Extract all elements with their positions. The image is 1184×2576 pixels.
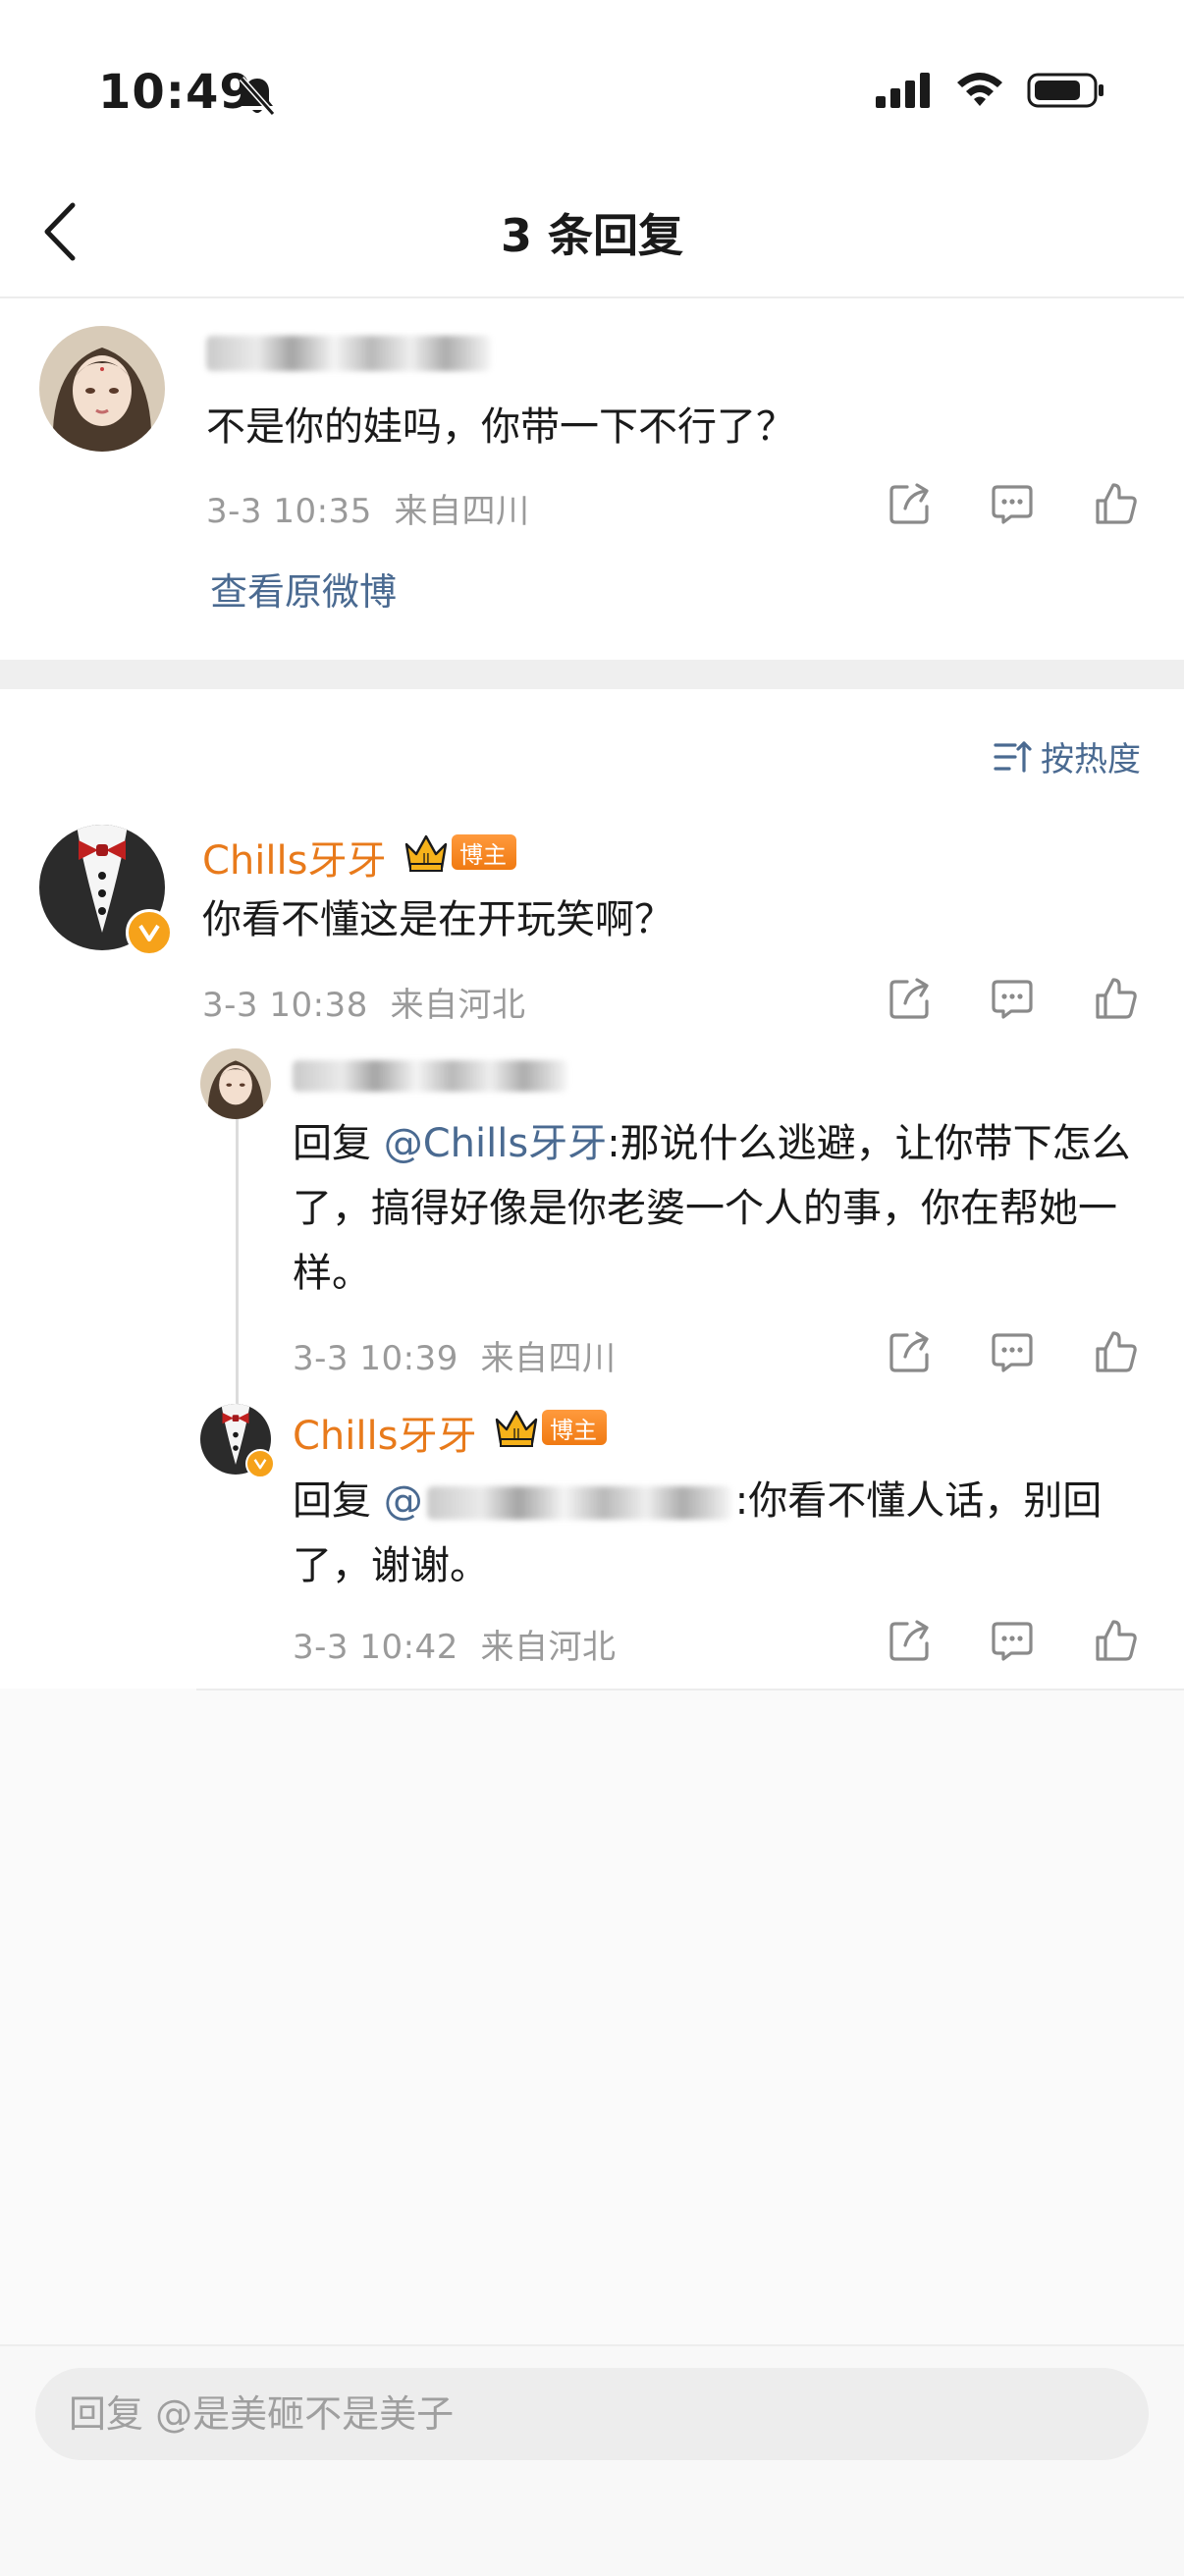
like-icon[interactable] — [1094, 1618, 1139, 1663]
battery-icon — [1027, 71, 1105, 114]
comment-icon[interactable] — [990, 1618, 1035, 1663]
root-comment-time: 3-3 10:35 — [206, 492, 372, 531]
thread-divider — [196, 1689, 1184, 1690]
thread-connector — [236, 1115, 239, 1410]
badge-label: 博主 — [542, 1410, 607, 1445]
root-comment-meta: 3-3 10:35 来自四川 — [206, 484, 529, 532]
blogger-badge: II 博主 — [403, 831, 516, 874]
blogger-badge: II 博主 — [493, 1406, 607, 1449]
share-icon[interactable] — [888, 1618, 933, 1663]
sub-reply-text-block: 回复 @Chills牙牙:那说什么逃避，让你带下怎么了，搞得好像是你老婆一个人的… — [293, 1111, 1147, 1306]
replies-empty-area — [0, 1689, 1184, 2344]
share-icon[interactable] — [888, 976, 933, 1021]
reply-time: 3-3 10:38 — [202, 986, 368, 1025]
badge-label: 博主 — [452, 834, 516, 870]
status-icons — [874, 71, 1105, 114]
nav-divider — [0, 296, 1184, 298]
share-icon[interactable] — [888, 1329, 933, 1374]
mention-name-redacted[interactable] — [426, 1486, 731, 1520]
view-original-link[interactable]: 查看原微博 — [210, 562, 397, 616]
sub-reply-time: 3-3 10:42 — [293, 1628, 458, 1667]
sort-icon — [994, 740, 1032, 773]
svg-text:II: II — [422, 852, 430, 867]
status-time: 10:49 — [98, 65, 253, 120]
sort-button[interactable]: 按热度 — [994, 732, 1141, 780]
sub-reply-text-block: 回复 @:你看不懂人话，别回了，谢谢。 — [293, 1469, 1147, 1598]
verified-icon — [126, 909, 173, 956]
root-avatar[interactable] — [39, 326, 165, 452]
like-icon[interactable] — [1094, 976, 1139, 1021]
comment-icon[interactable] — [990, 1329, 1035, 1374]
root-comment-text: 不是你的娃吗，你带一下不行了？ — [206, 404, 795, 450]
sub-reply-time: 3-3 10:39 — [293, 1339, 458, 1378]
mention-link[interactable]: @Chills牙牙 — [384, 1121, 607, 1166]
sub-reply-prefix: 回复 — [293, 1121, 384, 1166]
reply-input[interactable] — [35, 2368, 1149, 2460]
reply-meta: 3-3 10:38 来自河北 — [202, 978, 525, 1026]
crown-icon: II — [495, 1410, 538, 1447]
sub-reply-meta: 3-3 10:39 来自四川 — [293, 1331, 616, 1379]
crown-icon: II — [404, 834, 448, 872]
sub-reply-prefix: 回复 — [293, 1478, 384, 1524]
sub-reply-location: 来自四川 — [480, 1339, 617, 1378]
reply-author-name[interactable]: Chills牙牙 — [202, 829, 386, 886]
section-separator — [0, 660, 1184, 689]
sub-reply-meta: 3-3 10:42 来自河北 — [293, 1620, 616, 1668]
sub-reply-author-name-redacted[interactable] — [293, 1060, 567, 1092]
like-icon[interactable] — [1094, 481, 1139, 526]
sub-reply-avatar[interactable] — [200, 1048, 271, 1119]
sub-reply-location: 来自河北 — [480, 1628, 617, 1667]
svg-text:II: II — [512, 1427, 520, 1442]
comment-icon[interactable] — [990, 976, 1035, 1021]
sort-label: 按热度 — [1041, 740, 1141, 779]
root-author-name-redacted[interactable] — [206, 336, 491, 371]
sub-reply-author-name[interactable]: Chills牙牙 — [293, 1404, 476, 1461]
reply-text: 你看不懂这是在开玩笑啊？ — [202, 897, 673, 942]
like-icon[interactable] — [1094, 1329, 1139, 1374]
verified-icon — [245, 1449, 275, 1478]
comment-icon[interactable] — [990, 481, 1035, 526]
root-comment-location: 来自四川 — [394, 492, 530, 531]
reply-location: 来自河北 — [390, 986, 526, 1025]
mute-icon — [238, 75, 277, 122]
mention-link[interactable]: @ — [384, 1478, 423, 1524]
wifi-icon — [954, 71, 1005, 114]
page-title: 3 条回复 — [500, 209, 684, 262]
signal-icon — [874, 71, 933, 114]
share-icon[interactable] — [888, 481, 933, 526]
